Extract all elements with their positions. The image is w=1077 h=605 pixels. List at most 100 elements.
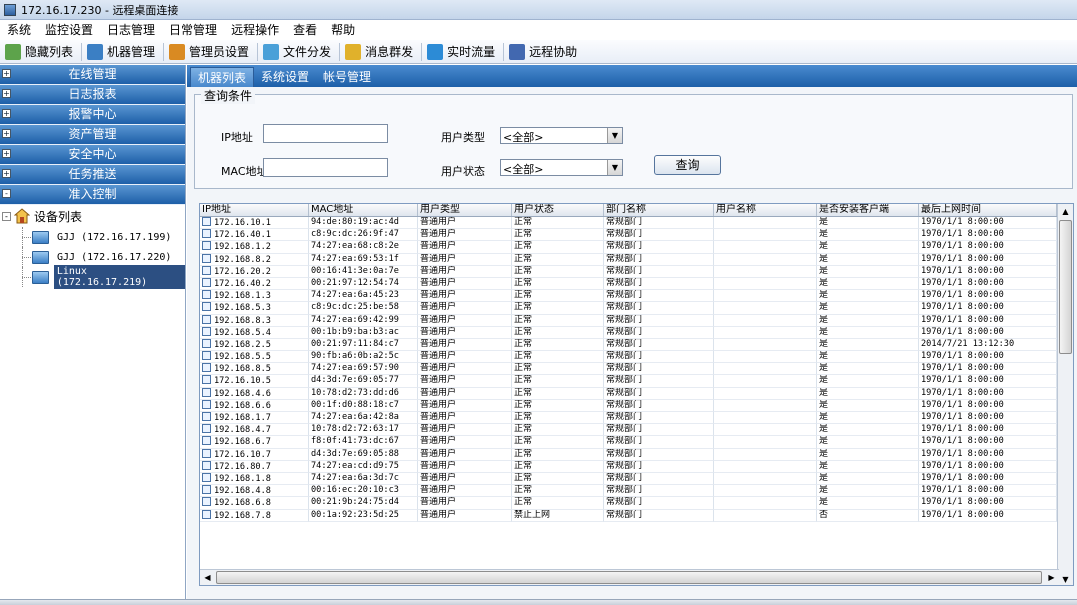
toolbar-button-2[interactable]: 管理员设置 xyxy=(166,41,255,63)
menu-item-6[interactable]: 帮助 xyxy=(324,20,362,40)
sidebar-item-6[interactable]: - 准入控制 xyxy=(0,185,185,205)
vertical-scrollbar[interactable]: ▲ ▼ xyxy=(1057,204,1073,585)
table-row[interactable]: 192.168.5.4 00:1b:b9:ba:b3:ac 普通用户 正常 常规部门 是 1… xyxy=(200,326,1073,339)
table-row[interactable]: 192.168.8.2 74:27:ea:69:53:1f 普通用户 正常 常规部门 是 1… xyxy=(200,253,1073,266)
menu-item-2[interactable]: 日志管理 xyxy=(100,20,162,40)
user-type-select[interactable]: <全部> ▼ xyxy=(500,127,623,144)
expand-icon[interactable]: + xyxy=(2,149,11,158)
table-row[interactable]: 172.16.10.1 94:de:80:19:ac:4d 普通用户 正常 常规部门 是 1… xyxy=(200,217,1073,230)
expand-icon[interactable]: + xyxy=(2,109,11,118)
chevron-down-icon[interactable]: ▼ xyxy=(607,160,622,175)
column-header[interactable]: MAC地址 xyxy=(309,204,418,216)
expand-icon[interactable]: + xyxy=(2,169,11,178)
toolbar-button-5[interactable]: 实时流量 xyxy=(424,41,501,63)
tree-node-device[interactable]: Linux (172.16.17.219) xyxy=(16,265,185,289)
user-status-select[interactable]: <全部> ▼ xyxy=(500,159,623,176)
table-row[interactable]: 192.168.1.7 74:27:ea:6a:42:8a 普通用户 正常 常规部门 是 1… xyxy=(200,412,1073,425)
table-cell: 1970/1/1 8:00:00 xyxy=(919,217,1057,230)
table-row[interactable]: 192.168.7.8 00:1a:92:23:5d:25 普通用户 禁止上网 常规部门… xyxy=(200,509,1073,522)
table-cell: 74:27:ea:69:57:90 xyxy=(309,363,418,376)
expand-icon[interactable]: + xyxy=(2,69,11,78)
cell-value: c8:9c:dc:26:9f:47 xyxy=(311,229,399,240)
expand-icon[interactable]: + xyxy=(2,129,11,138)
toolbar-button-3[interactable]: 文件分发 xyxy=(260,41,337,63)
ip-input[interactable] xyxy=(263,124,388,143)
table-cell: 正常 xyxy=(512,302,604,315)
column-header[interactable]: 用户状态 xyxy=(512,204,604,216)
tree-device-list[interactable]: - 设备列表 xyxy=(0,205,185,227)
horizontal-scrollbar[interactable]: ◀ ▶ xyxy=(200,569,1059,585)
sidebar-item-3[interactable]: + 资产管理 xyxy=(0,125,185,145)
table-row[interactable]: 172.16.40.1 c8:9c:dc:26:9f:47 普通用户 正常 常规部门 是 1… xyxy=(200,229,1073,242)
table-row[interactable]: 192.168.6.7 f8:0f:41:73:dc:67 普通用户 正常 常规部门 是 1… xyxy=(200,436,1073,449)
table-row[interactable]: 172.16.80.7 74:27:ea:cd:d9:75 普通用户 正常 常规部门 是 1… xyxy=(200,460,1073,473)
search-button[interactable]: 查询 xyxy=(654,155,721,175)
scroll-thumb[interactable] xyxy=(1059,220,1072,354)
table-row[interactable]: 172.16.10.7 d4:3d:7e:69:05:88 普通用户 正常 常规部门 是 1… xyxy=(200,448,1073,461)
column-header[interactable]: 部门名称 xyxy=(604,204,714,216)
sidebar-item-5[interactable]: + 任务推送 xyxy=(0,165,185,185)
sidebar-item-1[interactable]: + 日志报表 xyxy=(0,85,185,105)
sidebar-item-2[interactable]: + 报警中心 xyxy=(0,105,185,125)
table-row[interactable]: 192.168.2.5 00:21:97:11:84:c7 普通用户 正常 常规部门 是 2… xyxy=(200,338,1073,352)
cell-value: 74:27:ea:6a:45:23 xyxy=(311,290,399,301)
table-row[interactable]: 172.16.20.2 00:16:41:3e:0a:7e 普通用户 正常 常规部门 是 1… xyxy=(200,265,1073,278)
table-row[interactable]: 192.168.4.6 10:78:d2:73:dd:d6 普通用户 正常 常规部门 是 1… xyxy=(200,387,1073,400)
toolbar-button-6[interactable]: 远程协助 xyxy=(506,41,583,63)
scroll-down-icon[interactable]: ▼ xyxy=(1058,572,1073,585)
chevron-down-icon[interactable]: ▼ xyxy=(607,128,622,143)
menu-item-0[interactable]: 系统 xyxy=(0,20,38,40)
column-header[interactable]: IP地址 xyxy=(200,204,309,216)
table-row[interactable]: 192.168.6.6 00:1f:d0:88:18:c7 普通用户 正常 常规部门 是 1… xyxy=(200,399,1073,412)
table-row[interactable]: 192.168.1.3 74:27:ea:6a:45:23 普通用户 正常 常规部门 是 1… xyxy=(200,290,1073,303)
window-titlebar: 172.16.17.230 - 远程桌面连接 xyxy=(0,0,1077,20)
cell-value: 正常 xyxy=(514,351,533,362)
cell-value: 正常 xyxy=(514,497,533,508)
scroll-right-icon[interactable]: ▶ xyxy=(1044,570,1059,585)
table-row[interactable]: 192.168.5.3 c8:9c:dc:25:be:58 普通用户 正常 常规部门 是 1… xyxy=(200,302,1073,315)
menu-item-1[interactable]: 监控设置 xyxy=(38,20,100,40)
table-row[interactable]: 172.16.10.5 d4:3d:7e:69:05:77 普通用户 正常 常规部门 是 1… xyxy=(200,375,1073,388)
cell-value: 普通用户 xyxy=(420,424,457,435)
expand-icon[interactable]: + xyxy=(2,89,11,98)
menu-item-3[interactable]: 日常管理 xyxy=(162,20,224,40)
table-row[interactable]: 192.168.8.3 74:27:ea:69:42:99 普通用户 正常 常规部门 是 1… xyxy=(200,314,1073,327)
tree-node-device[interactable]: GJJ (172.16.17.220) xyxy=(16,247,185,267)
table-row[interactable]: 192.168.5.5 90:fb:a6:0b:a2:5c 普通用户 正常 常规部门 是 1… xyxy=(200,351,1073,364)
sidebar-item-4[interactable]: + 安全中心 xyxy=(0,145,185,165)
toolbar-label: 管理员设置 xyxy=(189,45,250,59)
column-header[interactable]: 最后上网时间 xyxy=(919,204,1057,216)
collapse-icon[interactable]: - xyxy=(2,211,11,221)
toolbar-button-4[interactable]: 消息群发 xyxy=(342,41,419,63)
table-row[interactable]: 192.168.1.8 74:27:ea:6a:3d:7c 普通用户 正常 常规部门 是 1… xyxy=(200,472,1073,486)
menu-item-4[interactable]: 远程操作 xyxy=(224,20,286,40)
table-cell xyxy=(714,314,817,327)
table-row[interactable]: 192.168.8.5 74:27:ea:69:57:90 普通用户 正常 常规部门 是 1… xyxy=(200,363,1073,376)
tree-node-device[interactable]: GJJ (172.16.17.199) xyxy=(16,227,185,247)
table-row[interactable]: 192.168.6.8 00:21:9b:24:75:d4 普通用户 正常 常规部门 是 1… xyxy=(200,497,1073,510)
mac-input[interactable] xyxy=(263,158,388,177)
scroll-left-icon[interactable]: ◀ xyxy=(200,570,215,585)
table-row[interactable]: 172.16.40.2 00:21:97:12:54:74 普通用户 正常 常规部门 是 1… xyxy=(200,277,1073,291)
table-row[interactable]: 192.168.4.8 00:16:ec:20:10:c3 普通用户 正常 常规部门 是 1… xyxy=(200,485,1073,498)
scroll-thumb-horizontal[interactable] xyxy=(216,571,1042,584)
menu-item-5[interactable]: 查看 xyxy=(286,20,324,40)
table-cell xyxy=(714,485,817,498)
scroll-up-icon[interactable]: ▲ xyxy=(1058,204,1073,219)
collapse-icon[interactable]: - xyxy=(2,189,11,198)
column-header[interactable]: 是否安装客户端 xyxy=(817,204,919,216)
toolbar-button-0[interactable]: 隐藏列表 xyxy=(2,41,79,63)
column-header[interactable]: 用户类型 xyxy=(418,204,512,216)
table-row[interactable]: 192.168.1.2 74:27:ea:68:c8:2e 普通用户 正常 常规部门 是 1… xyxy=(200,241,1073,254)
toolbar-button-1[interactable]: 机器管理 xyxy=(84,41,161,63)
sidebar-item-0[interactable]: + 在线管理 xyxy=(0,65,185,85)
tab-0[interactable]: 机器列表 xyxy=(190,67,255,87)
cell-value: 普通用户 xyxy=(420,217,457,227)
computer-icon xyxy=(202,338,211,348)
table-row[interactable]: 192.168.4.7 10:78:d2:72:63:17 普通用户 正常 常规部门 是 1… xyxy=(200,424,1073,437)
column-header[interactable]: 用户名称 xyxy=(714,204,817,216)
tab-2[interactable]: 帐号管理 xyxy=(316,67,378,87)
table-cell: 正常 xyxy=(512,338,604,352)
tab-1[interactable]: 系统设置 xyxy=(254,67,316,87)
computer-icon xyxy=(202,241,211,251)
